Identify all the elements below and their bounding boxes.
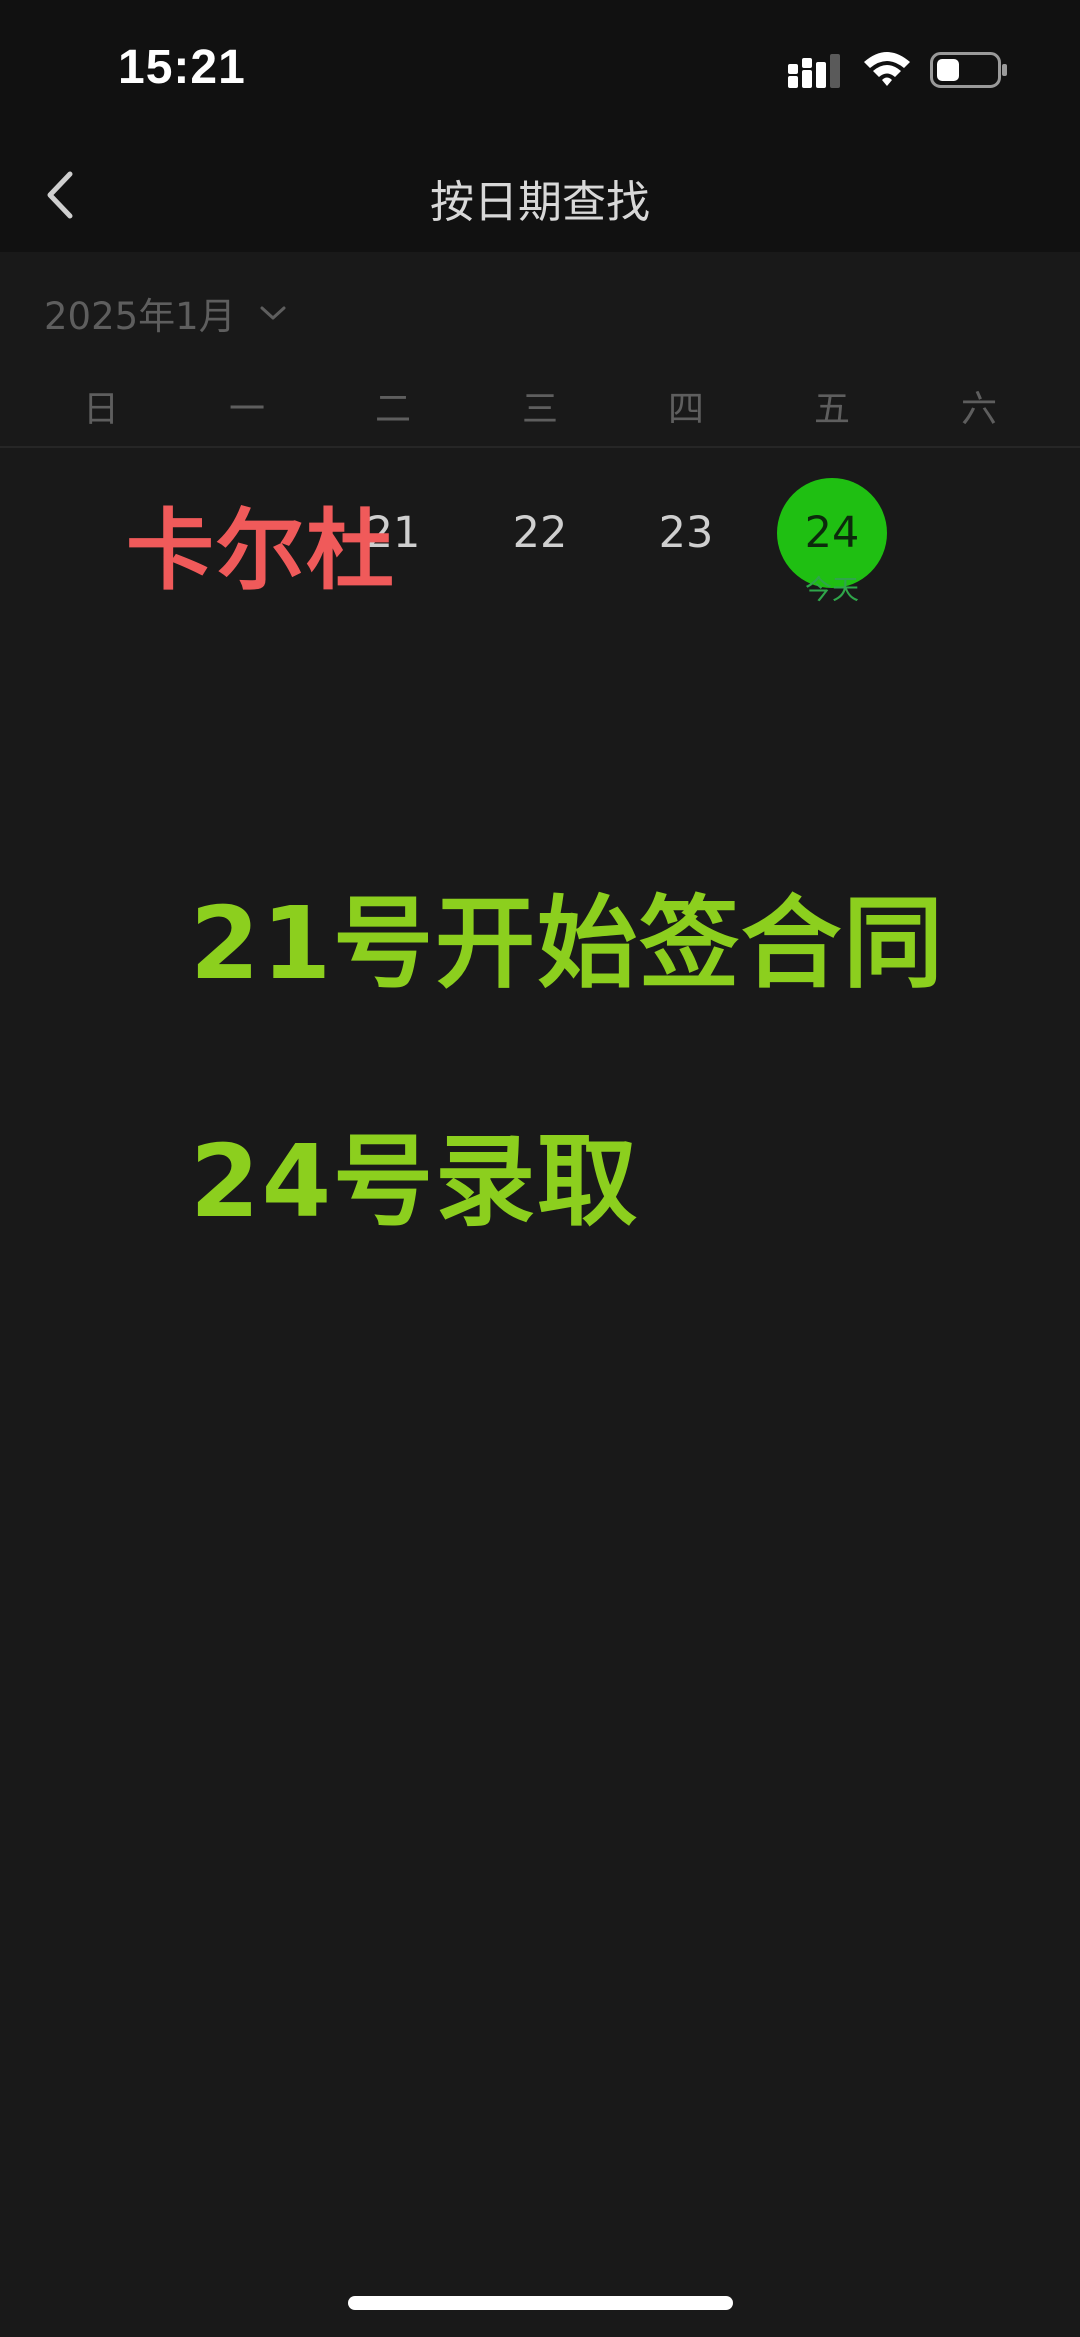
divider <box>0 446 1080 448</box>
wifi-icon <box>864 52 910 86</box>
weekday-header: 日 一 二 三 四 五 六 <box>0 380 1080 440</box>
month-selector[interactable]: 2025年1月 <box>44 286 288 340</box>
weekday-mon: 一 <box>228 389 265 430</box>
nav-bar: 按日期查找 <box>0 140 1080 252</box>
month-label: 2025年1月 <box>44 295 236 338</box>
today-label: 今天 <box>805 575 859 606</box>
chevron-down-icon <box>260 306 286 320</box>
screen: 15:21 按日期查找 2025年1月 日 一 二 三 四 五 六 21 22 … <box>0 0 1080 2337</box>
weekday-sun: 日 <box>82 389 119 430</box>
weekday-tue: 二 <box>374 389 411 430</box>
overlay-note-line-1: 21号开始签合同 <box>190 885 946 1002</box>
status-time: 15:21 <box>118 41 246 94</box>
home-indicator[interactable] <box>348 2296 733 2310</box>
weekday-thu: 四 <box>667 389 704 430</box>
weekday-wed: 三 <box>521 389 558 430</box>
weekday-sat: 六 <box>960 389 997 430</box>
overlay-note-line-2: 24号录取 <box>190 1123 640 1240</box>
weekday-fri: 五 <box>813 389 850 430</box>
page-title: 按日期查找 <box>430 177 650 228</box>
overlay-name-text: 卡尔杜 <box>126 499 397 602</box>
status-bar: 15:21 <box>0 0 1080 140</box>
calendar-day-22[interactable]: 22 <box>485 478 595 588</box>
battery-icon <box>930 52 1007 88</box>
cellular-signal-icon <box>788 54 840 88</box>
calendar-day-23[interactable]: 23 <box>631 478 741 588</box>
